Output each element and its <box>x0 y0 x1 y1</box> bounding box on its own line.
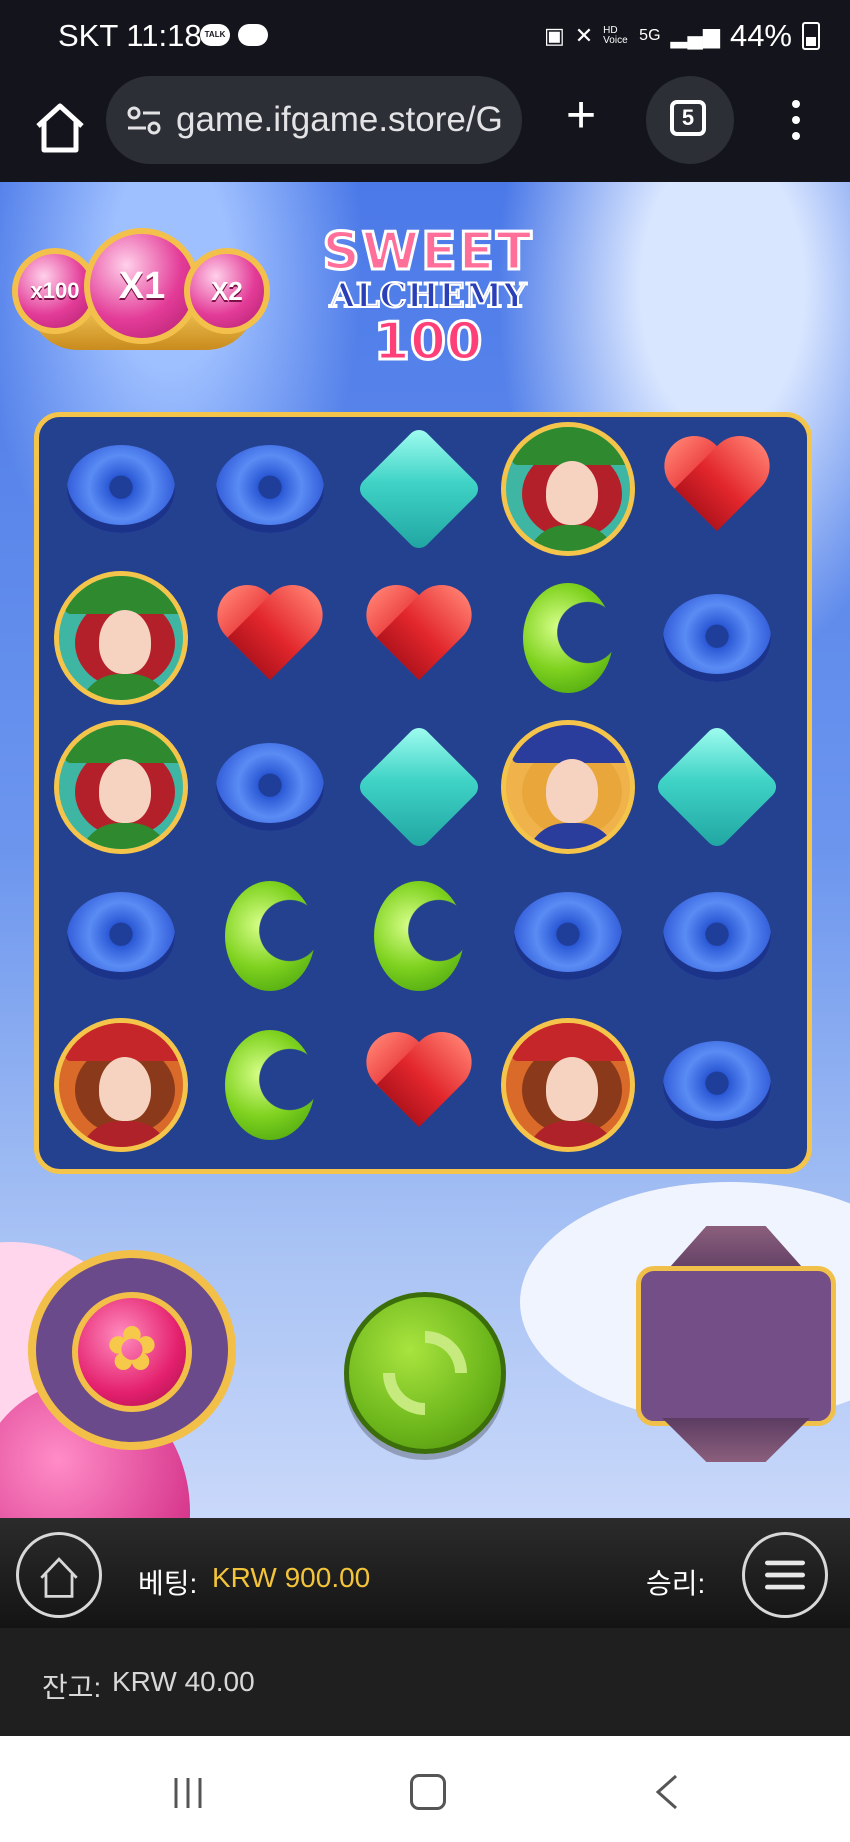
game-footer: 베팅: KRW 900.00 승리: <box>0 1518 850 1628</box>
bet-label: 베팅: <box>138 1568 198 1599</box>
blue-candy-symbol <box>663 1041 771 1129</box>
battery-icon <box>802 22 820 50</box>
android-nav-bar <box>0 1736 850 1842</box>
blue-candy-symbol <box>67 445 175 533</box>
battery-saver-icon: ▣ <box>543 23 565 48</box>
reel-cell <box>349 866 489 1006</box>
heart-candy-symbol <box>661 439 773 539</box>
heart-candy-symbol <box>363 1035 475 1135</box>
blue-candy-symbol <box>216 743 324 831</box>
reel-cell <box>200 419 340 559</box>
blue-candy-symbol <box>663 594 771 682</box>
flower-icon: ✿ <box>72 1292 192 1412</box>
kakaotalk-icon: TALK <box>200 24 230 46</box>
reel-cell <box>200 568 340 708</box>
home-icon[interactable] <box>16 1532 102 1618</box>
balance-value: KRW 40.00 <box>112 1666 255 1697</box>
portrait-brunette-symbol <box>501 1018 635 1152</box>
game-logo: SWEET ALCHEMY 100 <box>321 221 534 374</box>
reel-cell <box>647 568 787 708</box>
teal-candy-symbol <box>355 723 483 851</box>
heart-candy-symbol <box>363 588 475 688</box>
tab-count: 5 <box>670 100 706 136</box>
reel-cell <box>349 1015 489 1155</box>
status-bar: SKT 11:18 TALK ▣ ✕ HD Voice 5G ▂▄▆ 44% <box>0 0 850 76</box>
portrait-brunette-symbol <box>54 1018 188 1152</box>
portrait-redhair-symbol <box>54 571 188 705</box>
reel-cell <box>498 866 638 1006</box>
reel-cell <box>647 1015 787 1155</box>
tab-switcher-button[interactable]: 5 <box>646 76 734 164</box>
url-text[interactable]: game.ifgame.store/G <box>176 100 512 140</box>
teal-candy-symbol <box>355 425 483 553</box>
reel-cell <box>647 419 787 559</box>
green-candy-symbol <box>523 583 613 693</box>
buy-bonus-button[interactable]: ✿ <box>28 1250 236 1450</box>
reel-cell <box>498 419 638 559</box>
green-candy-symbol <box>225 1030 315 1140</box>
win-label: 승리: <box>646 1568 706 1599</box>
blue-candy-symbol <box>216 445 324 533</box>
reel-cell <box>349 419 489 559</box>
balance-bar: 잔고: KRW 40.00 <box>0 1628 850 1736</box>
blue-candy-symbol <box>514 892 622 980</box>
reel-cell <box>200 1015 340 1155</box>
address-bar[interactable]: game.ifgame.store/G <box>106 76 522 164</box>
signal-icon: ▂▄▆ <box>670 23 720 48</box>
reel-cell <box>51 866 191 1006</box>
heart-candy-symbol <box>214 588 326 688</box>
site-settings-icon[interactable] <box>126 104 162 136</box>
reel-cell <box>51 419 191 559</box>
game-canvas[interactable]: x100 X1 X2 SWEET ALCHEMY 100 ✿ <box>0 182 850 1518</box>
nav-home-icon[interactable] <box>410 1774 446 1810</box>
reel-cell <box>51 1015 191 1155</box>
reel-cell <box>647 866 787 1006</box>
cloud-icon <box>238 24 268 46</box>
hd-voice-icon: HD Voice <box>603 25 628 46</box>
back-icon[interactable] <box>652 1774 682 1810</box>
bet-value: KRW 900.00 <box>212 1562 371 1593</box>
network-5g-icon: 5G <box>639 27 661 44</box>
reel-cell <box>51 568 191 708</box>
new-tab-plus-icon[interactable]: + <box>556 89 606 141</box>
portrait-blonde-symbol <box>501 720 635 854</box>
reel-cell <box>51 717 191 857</box>
reel-cell <box>200 866 340 1006</box>
multiplier-active: X1 <box>84 228 200 344</box>
more-menu-icon[interactable] <box>784 98 808 142</box>
reel-cell <box>200 717 340 857</box>
balance-label: 잔고: <box>42 1672 102 1703</box>
teal-candy-symbol <box>653 723 781 851</box>
green-candy-symbol <box>225 881 315 991</box>
reel-cell <box>498 717 638 857</box>
blue-candy-symbol <box>663 892 771 980</box>
reel-cell <box>647 717 787 857</box>
refresh-icon <box>365 1313 485 1433</box>
reel-cell <box>498 568 638 708</box>
mute-icon: ✕ <box>574 23 594 48</box>
green-candy-symbol <box>374 881 464 991</box>
blue-candy-symbol <box>67 892 175 980</box>
spin-button[interactable] <box>344 1292 506 1454</box>
reel-cell <box>349 568 489 708</box>
feature-panel <box>632 1222 840 1462</box>
hamburger-menu-icon[interactable] <box>742 1532 828 1618</box>
portrait-redhair-symbol <box>54 720 188 854</box>
recent-apps-icon[interactable] <box>170 1776 206 1810</box>
status-carrier-time: SKT 11:18 <box>58 18 202 53</box>
portrait-redhair-symbol <box>501 422 635 556</box>
battery-percent: 44% <box>729 18 792 53</box>
reel-cell <box>498 1015 638 1155</box>
home-icon[interactable] <box>30 98 90 158</box>
multiplier-right: X2 <box>184 248 270 334</box>
browser-toolbar: game.ifgame.store/G + 5 <box>0 76 850 182</box>
reel-cell <box>349 717 489 857</box>
reel-grid <box>34 412 812 1174</box>
status-right-icons: ▣ ✕ HD Voice 5G ▂▄▆ 44% <box>544 18 820 54</box>
